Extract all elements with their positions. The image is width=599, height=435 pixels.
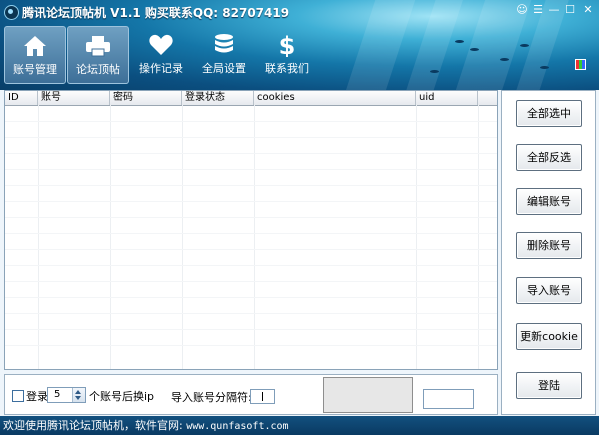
- switch-count-stepper[interactable]: 5: [47, 387, 86, 403]
- grid-line: [5, 297, 497, 298]
- grid-line: [5, 265, 497, 266]
- grid-line: [5, 137, 497, 138]
- action-panel: 全部选中 全部反选 编辑账号 删除账号 导入账号 更新cookie 登陆: [501, 90, 596, 415]
- grid-line: [5, 153, 497, 154]
- update-cookie-button[interactable]: 更新cookie: [516, 323, 582, 350]
- delete-account-button[interactable]: 删除账号: [516, 232, 582, 259]
- status-text: 欢迎使用腾讯论坛顶帖机，软件官网:: [3, 419, 187, 432]
- login-button[interactable]: 登陆: [516, 372, 582, 399]
- heart-icon: [149, 34, 173, 55]
- grid-line: [5, 185, 497, 186]
- close-icon[interactable]: ✕: [580, 3, 596, 17]
- grid-line: [5, 217, 497, 218]
- login-checkbox[interactable]: [12, 390, 24, 402]
- grid-line: [5, 201, 497, 202]
- grid-line: [5, 233, 497, 234]
- dollar-icon: $: [279, 33, 296, 57]
- table-header: ID 账号 密码 登录状态 cookies uid: [5, 91, 497, 106]
- tab-label: 联系我们: [265, 62, 309, 75]
- tab-label: 操作记录: [139, 62, 183, 75]
- website-link[interactable]: www.qunfasoft.com: [186, 421, 288, 432]
- edit-account-button[interactable]: 编辑账号: [516, 188, 582, 215]
- window-title: 腾讯论坛顶帖机 V1.1 购买联系QQ: 82707419: [22, 6, 290, 20]
- tab-global-settings[interactable]: 全局设置: [193, 26, 255, 84]
- column-header-login-status[interactable]: 登录状态: [182, 91, 254, 105]
- svg-text:$: $: [279, 33, 296, 57]
- stepper-up-icon[interactable]: [75, 390, 81, 394]
- home-icon: [24, 36, 46, 56]
- printer-icon: [86, 36, 110, 57]
- app-window: 腾讯论坛顶帖机 V1.1 购买联系QQ: 82707419 ☺ ☰ — ☐ ✕ …: [0, 0, 599, 435]
- switch-count-value: 5: [54, 389, 61, 400]
- column-header-uid[interactable]: uid: [416, 91, 478, 105]
- switch-suffix-label: 个账号后换ip: [89, 390, 155, 403]
- account-table[interactable]: ID 账号 密码 登录状态 cookies uid: [4, 90, 498, 370]
- header-banner: 腾讯论坛顶帖机 V1.1 购买联系QQ: 82707419 ☺ ☰ — ☐ ✕ …: [0, 0, 599, 90]
- tab-account-manage[interactable]: 账号管理: [4, 26, 66, 84]
- import-account-button[interactable]: 导入账号: [516, 277, 582, 304]
- invert-select-button[interactable]: 全部反选: [516, 144, 582, 171]
- stepper-arrows[interactable]: [72, 388, 85, 402]
- grid-line: [5, 281, 497, 282]
- login-checkbox-label: 登录: [26, 390, 48, 403]
- grid-line: [5, 249, 497, 250]
- column-header-cookies[interactable]: cookies: [254, 91, 416, 105]
- preview-box: [323, 377, 413, 413]
- menu-icon[interactable]: ☺: [514, 3, 530, 17]
- column-header-id[interactable]: ID: [5, 91, 38, 105]
- tab-operation-log[interactable]: 操作记录: [130, 26, 192, 84]
- minimize-icon[interactable]: —: [546, 3, 562, 17]
- grid-line: [5, 329, 497, 330]
- column-header-password[interactable]: 密码: [110, 91, 182, 105]
- database-icon: [215, 34, 233, 53]
- maximize-icon[interactable]: ☐: [562, 3, 578, 17]
- grid-line: [5, 169, 497, 170]
- options-panel: 登录 5 个账号后换ip 导入账号分隔符:: [4, 374, 498, 415]
- status-input[interactable]: [423, 389, 474, 409]
- separator-label: 导入账号分隔符:: [171, 391, 252, 404]
- column-header-account[interactable]: 账号: [38, 91, 110, 105]
- select-all-button[interactable]: 全部选中: [516, 100, 582, 127]
- tab-contact-us[interactable]: $ 联系我们: [256, 26, 318, 84]
- tab-label: 账号管理: [13, 63, 57, 76]
- grid-line: [5, 121, 497, 122]
- stepper-down-icon[interactable]: [75, 396, 81, 400]
- tab-label: 全局设置: [202, 62, 246, 75]
- grid-line: [5, 345, 497, 346]
- grid-line: [5, 313, 497, 314]
- settings-icon[interactable]: ☰: [530, 3, 546, 17]
- title-bar[interactable]: 腾讯论坛顶帖机 V1.1 购买联系QQ: 82707419 ☺ ☰ — ☐ ✕: [0, 0, 599, 24]
- separator-input[interactable]: [250, 389, 275, 404]
- skin-icon[interactable]: [575, 59, 586, 70]
- status-bar: 欢迎使用腾讯论坛顶帖机，软件官网: www.qunfasoft.com: [0, 416, 599, 435]
- app-logo-icon: [4, 5, 19, 20]
- tab-forum-bump[interactable]: 论坛顶帖: [67, 26, 129, 84]
- tab-label: 论坛顶帖: [76, 63, 120, 76]
